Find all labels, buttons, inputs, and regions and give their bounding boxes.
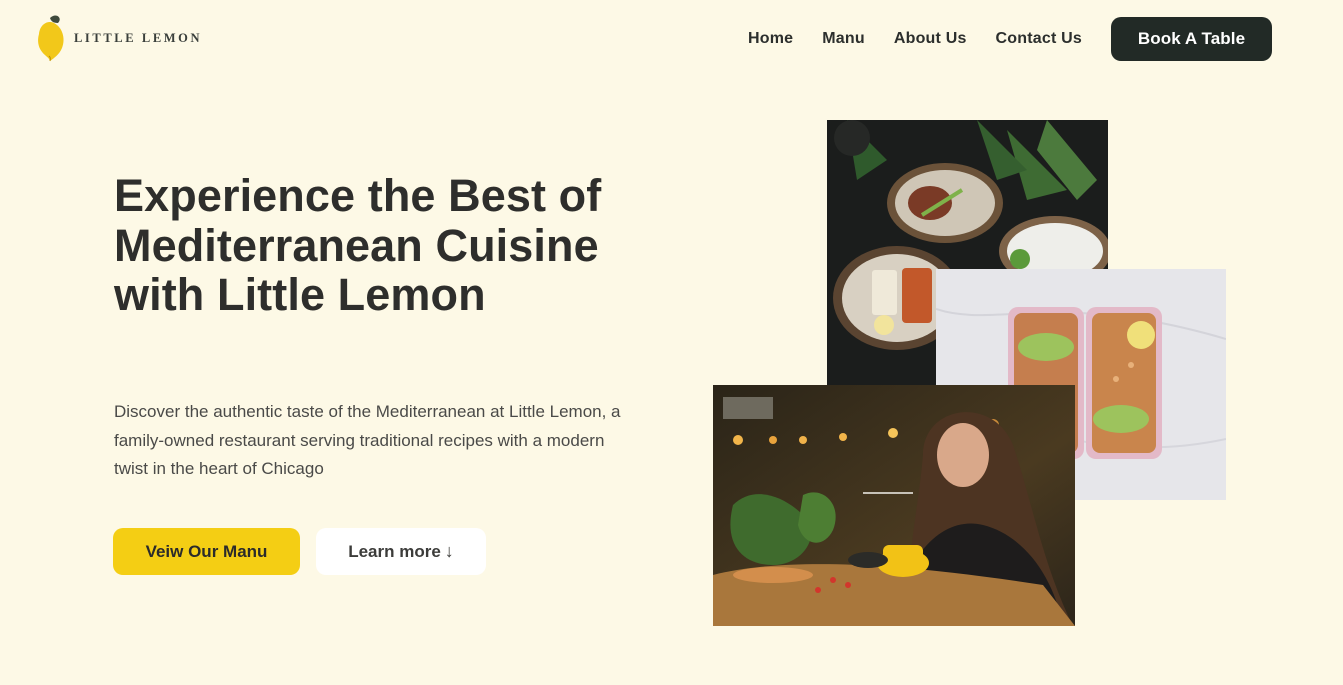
nav-about[interactable]: About Us bbox=[894, 30, 967, 48]
lemon-icon bbox=[36, 14, 66, 62]
learn-more-button[interactable]: Learn more ↓ bbox=[316, 528, 486, 575]
main-nav: Home Manu About Us Contact Us Book A Tab… bbox=[748, 17, 1301, 61]
nav-contact[interactable]: Contact Us bbox=[996, 30, 1082, 48]
learn-more-label: Learn more bbox=[348, 541, 441, 561]
book-table-button[interactable]: Book A Table bbox=[1111, 17, 1272, 61]
logo[interactable]: LITTLE LEMON bbox=[36, 14, 202, 62]
arrow-down-icon: ↓ bbox=[444, 541, 454, 561]
woman-dining-image bbox=[713, 385, 1075, 626]
hero-description: Discover the authentic taste of the Medi… bbox=[114, 402, 621, 478]
hero-title: Experience the Best of Mediterranean Cui… bbox=[114, 170, 602, 320]
view-menu-label: Veiw Our Manu bbox=[145, 541, 268, 561]
nav-menu[interactable]: Manu bbox=[822, 30, 865, 48]
view-menu-button[interactable]: Veiw Our Manu bbox=[113, 528, 300, 575]
nav-home[interactable]: Home bbox=[748, 30, 793, 48]
logo-text: LITTLE LEMON bbox=[74, 30, 203, 45]
